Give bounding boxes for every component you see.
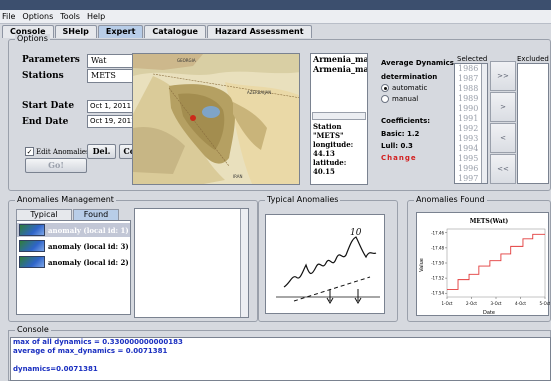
selected-years-list[interactable]: 1986 1987 1988 1989 1990 1991 1992 1993 1994 1995… — [454, 63, 488, 184]
anomalies-management-title: Anomalies Management — [15, 195, 116, 204]
average-dynamics-heading: Average Dynamics — [381, 59, 454, 67]
move-left-button[interactable]: < — [490, 123, 516, 153]
manual-radio[interactable] — [381, 95, 389, 103]
tab-shelp[interactable]: SHelp — [54, 25, 97, 38]
chart-x-tick-label: 2-Oct — [466, 301, 477, 306]
chart-y-tick-label: -17.48 — [431, 245, 444, 250]
tab-hazard-assessment[interactable]: Hazard Assessment — [206, 25, 312, 38]
map-label-azerbaijan: AZERBAIJAN — [247, 90, 271, 95]
go-button[interactable]: Go! — [25, 158, 87, 173]
vertical-scrollbar[interactable] — [481, 64, 487, 183]
menu-options[interactable]: Options — [22, 12, 53, 21]
menu-help[interactable]: Help — [87, 12, 105, 21]
chart-y-axis-label: Value — [419, 258, 425, 272]
list-item[interactable]: anomaly (local id: 2) — [17, 255, 130, 269]
tab-catalogue[interactable]: Catalogue — [144, 25, 206, 38]
station-info: Station "METS" longitude: 44.13 latitude… — [313, 122, 367, 176]
horizontal-scrollbar[interactable] — [312, 112, 366, 120]
map-graphic: GEORGIA AZERBAIJAN IRAN — [133, 54, 299, 184]
tab-typical[interactable]: Typical — [16, 209, 72, 220]
anomaly-label: anomaly (local id: 1) — [48, 225, 129, 235]
start-date-label: Start Date — [22, 101, 75, 111]
stations-label: Stations — [22, 71, 64, 81]
console-line: average of max_dynamics = 0.0071381 — [13, 347, 168, 355]
chart-title: METS(Wat) — [470, 218, 509, 225]
move-right-button[interactable]: > — [490, 92, 516, 122]
edit-anomalies-label: Edit Anomalies — [36, 148, 90, 156]
sketch-graphic: 10 — [276, 228, 380, 304]
console-title: Console — [15, 325, 51, 334]
stations-value: METS — [91, 71, 116, 80]
change-link[interactable]: Change — [381, 154, 417, 162]
anomaly-thumbnail-icon — [19, 256, 45, 268]
end-date-label: End Date — [22, 117, 69, 127]
excluded-header: Excluded — [517, 55, 549, 63]
anomalies-list: anomaly (local id: 1) anomaly (local id:… — [16, 220, 131, 315]
title-bar — [0, 0, 551, 10]
sketch-label: 10 — [350, 228, 362, 238]
list-item[interactable]: anomaly (local id: 1) — [17, 223, 130, 237]
anomalies-found-title: Anomalies Found — [414, 195, 487, 204]
station-longitude: longitude: 44.13 — [313, 140, 354, 158]
anomaly-detail-box[interactable] — [134, 208, 249, 318]
console-output[interactable]: max of all dynamics = 0.330000000000183 … — [10, 337, 551, 381]
station-name: Station "METS" — [313, 122, 344, 140]
console-line: max of all dynamics = 0.330000000000183 — [13, 338, 183, 346]
chart-x-tick-label: 1-Oct — [441, 301, 452, 306]
move-all-right-button[interactable]: >> — [490, 61, 516, 91]
excluded-years-list[interactable] — [517, 63, 549, 184]
region-map[interactable]: GEORGIA AZERBAIJAN IRAN — [132, 53, 300, 185]
station-latitude: latitude: 40.15 — [313, 158, 347, 176]
map-file-list: Armenia_map1.jpg Armenia_map2.jpg Statio… — [310, 53, 368, 185]
lull-coefficient: Lull: 0.3 — [381, 142, 413, 150]
station-marker[interactable] — [190, 115, 196, 121]
anomaly-label: anomaly (local id: 3) — [48, 241, 129, 251]
options-title: Options — [15, 34, 50, 43]
chart-y-tick-label: -17.46 — [431, 230, 444, 235]
coefficients-label: Coefficients: — [381, 117, 431, 125]
chart-x-tick-label: 5-Oct — [539, 301, 550, 306]
parameters-label: Parameters — [22, 55, 80, 65]
map-label-iran: IRAN — [233, 174, 243, 179]
anomaly-thumbnail-icon — [19, 240, 45, 252]
chart-svg: METS(Wat) Value Date -17.46 -17.48 -17.50 -… — [419, 218, 551, 316]
del-button[interactable]: Del. — [87, 144, 116, 159]
edit-anomalies-checkbox[interactable]: ✓ — [25, 147, 34, 156]
selected-header: Selected — [457, 55, 488, 63]
menu-tools[interactable]: Tools — [60, 12, 80, 21]
app-window: File Options Tools Help Console SHelp Ex… — [0, 0, 551, 381]
chart-x-axis-label: Date — [483, 310, 495, 316]
console-line: dynamics=0.0071381 — [13, 365, 98, 373]
anomaly-thumbnail-icon — [19, 224, 45, 236]
map-label-georgia: GEORGIA — [177, 58, 196, 63]
anomaly-label: anomaly (local id: 2) — [48, 257, 129, 267]
parameters-value: Wat — [91, 56, 107, 65]
chart-y-tick-label: -17.54 — [431, 291, 444, 296]
automatic-label: automatic — [392, 84, 428, 92]
tab-found[interactable]: Found — [73, 209, 119, 220]
chart-y-tick-label: -17.52 — [431, 276, 444, 281]
end-date-field[interactable]: Oct 19, 2011 — [87, 115, 137, 128]
chart-x-tick-label: 3-Oct — [490, 301, 501, 306]
tab-expert[interactable]: Expert — [97, 25, 144, 38]
typical-anomalies-title: Typical Anomalies — [265, 195, 341, 204]
list-item[interactable]: Armenia_map1.jpg — [311, 54, 367, 64]
list-item[interactable]: Armenia_map2.jpg — [311, 64, 367, 74]
automatic-radio[interactable] — [381, 84, 389, 92]
vertical-scrollbar[interactable] — [240, 209, 248, 317]
manual-label: manual — [392, 95, 419, 103]
start-date-field[interactable]: Oct 1, 2011 — [87, 100, 137, 113]
move-all-left-button[interactable]: << — [490, 154, 516, 184]
determination-heading: determination — [381, 73, 438, 81]
chart-x-tick-label: 4-Oct — [515, 301, 526, 306]
menu-file[interactable]: File — [2, 12, 15, 21]
chart-y-tick-label: -17.50 — [431, 261, 444, 266]
basic-coefficient: Basic: 1.2 — [381, 130, 420, 138]
anomalies-found-chart: METS(Wat) Value Date -17.46 -17.48 -17.50 -… — [416, 212, 551, 316]
list-item[interactable]: anomaly (local id: 3) — [17, 239, 130, 253]
menu-bar: File Options Tools Help — [0, 10, 551, 24]
typical-anomaly-sketch: 10 — [265, 214, 385, 314]
